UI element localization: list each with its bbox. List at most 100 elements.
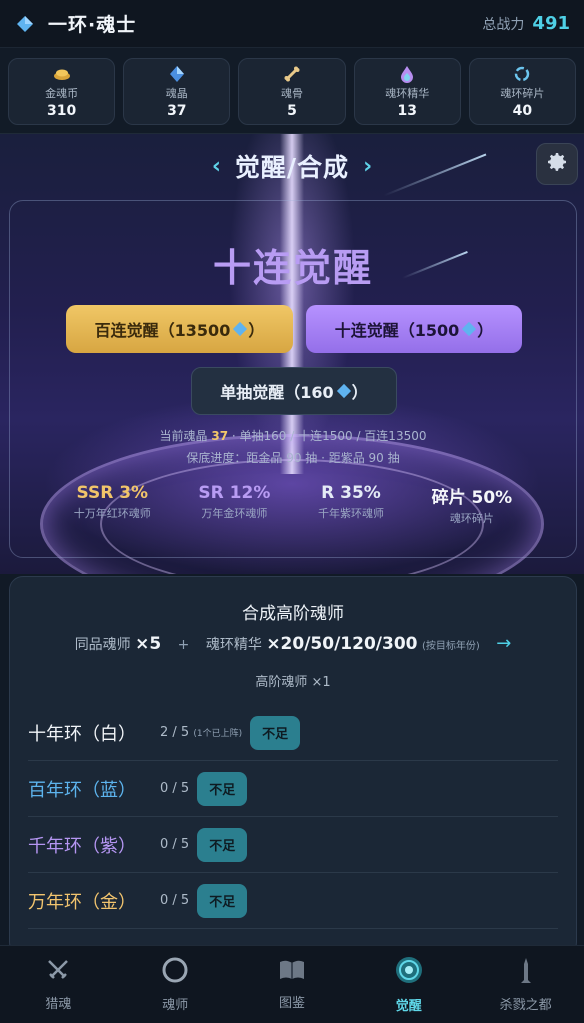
crystal-icon <box>233 321 248 336</box>
nav-label: 觉醒 <box>395 999 422 1014</box>
resource-label: 魂骨 <box>281 86 303 100</box>
crystal-icon <box>462 321 477 336</box>
player-rank-title: 一环·魂士 <box>48 14 137 36</box>
ring-progress: 0 / 5 <box>160 837 190 852</box>
nav-item-awaken[interactable]: 觉醒 <box>350 946 467 1023</box>
page-title: 觉醒/合成 <box>234 153 350 182</box>
synthesis-title: 合成高阶魂师 <box>242 604 344 624</box>
rate-desc: 十万年红环魂师 <box>73 507 151 520</box>
page-header: ‹ 觉醒/合成 › <box>0 148 584 184</box>
awaken-title: 十连觉醒 <box>212 246 373 290</box>
nav-label: 图鉴 <box>278 996 305 1011</box>
hundred-awaken-button[interactable]: 百连觉醒（13500 ） <box>66 305 293 353</box>
diamond-icon <box>14 13 36 35</box>
crossed-swords-icon <box>45 957 71 987</box>
synthesis-row: 十年环（白） 2 / 5 (1个已上阵) 不足 <box>28 705 558 761</box>
total-power: 总战力 491 <box>482 13 570 34</box>
same-count: ×5 <box>135 634 162 654</box>
resource-bone: 魂骨 5 <box>238 58 346 125</box>
rate-value: SR 12% <box>198 483 271 503</box>
nav-label: 魂师 <box>162 998 189 1013</box>
synthesis-formula: 同品魂师 ×5 + 魂环精华 ×20/50/120/300 (按目标年份) → <box>10 633 576 654</box>
nav-item-codex[interactable]: 图鉴 <box>234 946 351 1023</box>
crystal-info: 当前魂晶 37 · 单抽160 / 十连1500 / 百连13500 <box>10 427 576 444</box>
bottom-nav: 猎魂 魂师 图鉴 觉醒 杀戮之都 <box>0 945 584 1023</box>
nav-item-soul-master[interactable]: 魂师 <box>117 946 234 1023</box>
rate-value: R 35% <box>321 483 381 503</box>
resource-value: 310 <box>46 102 77 119</box>
info-prefix: 当前魂晶 <box>159 429 208 443</box>
arrow-right-icon: → <box>496 633 512 654</box>
next-page-button[interactable]: › <box>363 154 372 179</box>
ring-fragment-icon <box>513 65 531 83</box>
awaken-orb-icon <box>394 955 424 989</box>
settings-button[interactable] <box>536 143 578 185</box>
nav-label: 猎魂 <box>45 997 72 1012</box>
crystal-icon <box>168 65 186 83</box>
synthesize-button[interactable]: 不足 <box>197 827 248 862</box>
rate-desc: 万年金环魂师 <box>201 507 268 520</box>
synthesize-button[interactable]: 不足 <box>197 771 248 806</box>
resource-label: 魂晶 <box>165 86 188 100</box>
ring-progress: 2 / 5 (1个已上阵) <box>160 725 242 740</box>
progress-value: 2 / 5 <box>160 725 190 740</box>
coin-icon <box>53 65 71 83</box>
resource-label: 魂环碎片 <box>500 86 545 100</box>
synthesis-row: 千年环（紫） 0 / 5 不足 <box>28 817 558 873</box>
top-bar: 一环·魂士 总战力 491 <box>0 0 584 48</box>
gear-icon <box>545 150 569 178</box>
essence-label: 魂环精华 <box>205 637 262 653</box>
prev-page-button[interactable]: ‹ <box>212 154 221 179</box>
resource-value: 37 <box>167 102 187 119</box>
awaken-scene: ‹ 觉醒/合成 › 十连觉醒 百连觉醒（13500 ） 十连觉醒（1500 ） 单抽… <box>0 134 584 574</box>
synthesis-result: 高阶魂师 ×1 <box>255 675 331 690</box>
tower-icon <box>516 956 536 988</box>
single-awaken-button[interactable]: 单抽觉醒（160 ） <box>191 367 397 415</box>
resource-bar: 金魂币 310 魂晶 37 魂骨 5 魂环精华 13 魂环碎片 40 <box>0 48 584 134</box>
synthesize-button[interactable]: 不足 <box>250 715 301 750</box>
nav-item-hunt[interactable]: 猎魂 <box>0 946 117 1023</box>
same-label: 同品魂师 <box>74 637 131 653</box>
ring-icon <box>161 956 189 988</box>
bone-icon <box>283 65 301 83</box>
pity-progress: 保底进度：距金品 90 抽 · 距紫品 90 抽 <box>186 451 400 465</box>
resource-value: 5 <box>287 102 297 119</box>
button-label: 百连觉醒（13500 <box>94 321 231 340</box>
essence-icon <box>400 65 414 83</box>
resource-essence: 魂环精华 13 <box>353 58 461 125</box>
ring-tier-name: 十年环（白） <box>28 723 136 745</box>
rate-r: R 35% 千年紫环魂师 <box>318 483 384 526</box>
resource-ring-fragment: 魂环碎片 40 <box>468 58 577 125</box>
synthesis-card: 合成高阶魂师 同品魂师 ×5 + 魂环精华 ×20/50/120/300 (按目… <box>9 576 577 956</box>
total-power-value: 491 <box>532 13 570 34</box>
ten-awaken-button[interactable]: 十连觉醒（1500 ） <box>306 305 522 353</box>
essence-note: (按目标年份) <box>421 641 480 652</box>
ring-progress: 0 / 5 <box>160 781 190 796</box>
synthesis-row: 百年环（蓝） 0 / 5 不足 <box>28 761 558 817</box>
resource-gold-coin: 金魂币 310 <box>8 58 116 125</box>
info-costs: · 单抽160 / 十连1500 / 百连13500 <box>231 429 427 443</box>
rate-desc: 魂环碎片 <box>449 512 494 525</box>
awaken-panel: 十连觉醒 百连觉醒（13500 ） 十连觉醒（1500 ） 单抽觉醒（160 ） 当前… <box>9 200 577 558</box>
nav-item-killing-city[interactable]: 杀戮之都 <box>467 946 584 1023</box>
book-icon <box>278 958 306 986</box>
progress-note: (1个已上阵) <box>193 729 243 739</box>
button-paren: ） <box>477 321 494 340</box>
plus-sign: + <box>177 637 190 653</box>
rate-fragment: 碎片 50% 魂环碎片 <box>432 483 513 526</box>
button-paren: ） <box>351 383 368 402</box>
ring-tier-name: 百年环（蓝） <box>28 779 136 801</box>
nav-label: 杀戮之都 <box>499 998 552 1013</box>
info-crystal-value: 37 <box>211 429 229 443</box>
crystal-icon <box>336 383 351 398</box>
total-power-label: 总战力 <box>482 17 525 33</box>
rate-ssr: SSR 3% 十万年红环魂师 <box>74 483 151 526</box>
ring-tier-name: 万年环（金） <box>28 891 136 913</box>
essence-count: ×20/50/120/300 <box>266 634 418 654</box>
rate-value: 碎片 50% <box>431 488 513 508</box>
resource-value: 13 <box>397 102 417 119</box>
synthesize-button[interactable]: 不足 <box>197 883 248 918</box>
ring-progress: 0 / 5 <box>160 893 190 908</box>
resource-value: 40 <box>512 102 533 119</box>
button-label: 单抽觉醒（160 <box>220 383 334 402</box>
